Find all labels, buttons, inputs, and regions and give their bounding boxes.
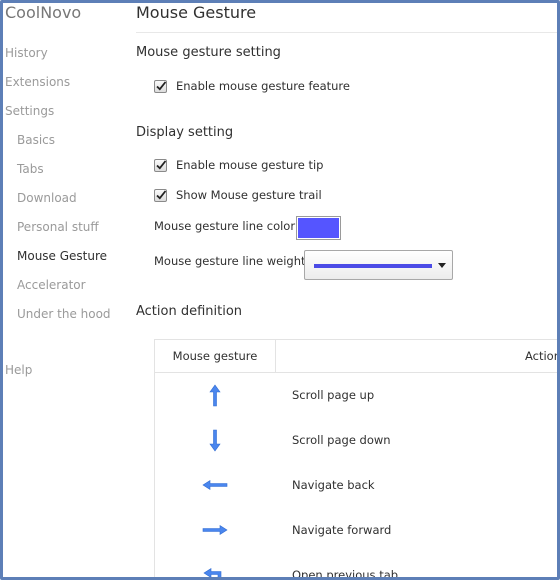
page-title: Mouse Gesture bbox=[136, 3, 257, 22]
dropdown-arrow-icon bbox=[438, 263, 446, 268]
checkmark-icon bbox=[156, 80, 167, 91]
checkmark-icon bbox=[156, 159, 167, 170]
sidebar-item-settings[interactable]: Settings bbox=[5, 104, 54, 118]
gesture-tip-label: Enable mouse gesture tip bbox=[176, 158, 324, 172]
table-row[interactable]: Scroll page down bbox=[155, 418, 557, 463]
gesture-tip-checkbox-row[interactable]: Enable mouse gesture tip bbox=[154, 157, 323, 173]
line-weight-preview bbox=[314, 264, 432, 268]
sidebar-item-basics[interactable]: Basics bbox=[17, 133, 55, 147]
section-title-mouse-gesture-setting: Mouse gesture setting bbox=[136, 45, 281, 60]
line-weight-label: Mouse gesture line weight bbox=[154, 254, 306, 268]
table-row[interactable]: Scroll page up bbox=[155, 373, 557, 418]
line-color-swatch-fill bbox=[298, 218, 339, 238]
action-label: Scroll page up bbox=[292, 388, 375, 402]
line-weight-select[interactable] bbox=[304, 250, 453, 280]
action-label: Scroll page down bbox=[292, 433, 391, 447]
table-row[interactable]: Open previous tab bbox=[155, 553, 557, 580]
table-row[interactable]: Navigate forward bbox=[155, 508, 557, 553]
line-color-label: Mouse gesture line color bbox=[154, 219, 296, 233]
arrow-left-icon bbox=[202, 479, 228, 491]
gesture-trail-label: Show Mouse gesture trail bbox=[176, 188, 322, 202]
enable-mouse-gesture-checkbox[interactable] bbox=[154, 79, 167, 93]
action-table: Mouse gesture Action Scroll page up Scro… bbox=[154, 339, 560, 580]
arrow-down-icon bbox=[209, 429, 221, 452]
gesture-tip-checkbox[interactable] bbox=[154, 158, 167, 172]
sidebar-item-extensions[interactable]: Extensions bbox=[5, 75, 70, 89]
enable-mouse-gesture-checkbox-row[interactable]: Enable mouse gesture feature bbox=[154, 78, 350, 94]
sidebar-item-history[interactable]: History bbox=[5, 46, 48, 60]
enable-mouse-gesture-label: Enable mouse gesture feature bbox=[176, 79, 350, 93]
sidebar-item-help[interactable]: Help bbox=[5, 363, 32, 377]
column-header-action: Action bbox=[524, 349, 560, 363]
arrow-right-icon bbox=[202, 524, 228, 536]
gesture-trail-checkbox[interactable] bbox=[154, 188, 167, 202]
window-frame: CoolNovo History Extensions Settings Bas… bbox=[0, 0, 560, 580]
line-color-swatch[interactable] bbox=[296, 216, 341, 240]
action-label: Navigate back bbox=[292, 478, 375, 492]
column-header-gesture: Mouse gesture bbox=[155, 340, 276, 372]
gesture-trail-checkbox-row[interactable]: Show Mouse gesture trail bbox=[154, 187, 322, 203]
arrow-up-left-icon bbox=[203, 567, 222, 577]
section-title-action-definition: Action definition bbox=[136, 304, 243, 319]
arrow-up-icon bbox=[209, 384, 221, 407]
sidebar-item-personal-stuff[interactable]: Personal stuff bbox=[17, 220, 99, 234]
sidebar-item-download[interactable]: Download bbox=[17, 191, 77, 205]
action-label: Open previous tab bbox=[292, 568, 399, 580]
action-label: Navigate forward bbox=[292, 523, 392, 537]
table-row[interactable]: Navigate back bbox=[155, 463, 557, 508]
checkmark-icon bbox=[156, 189, 167, 200]
sidebar-item-under-the-hood[interactable]: Under the hood bbox=[17, 307, 111, 321]
main-content: Mouse Gesture Mouse gesture setting Enab… bbox=[136, 3, 557, 577]
section-title-display-setting: Display setting bbox=[136, 125, 234, 140]
sidebar-item-accelerator[interactable]: Accelerator bbox=[17, 278, 86, 292]
header-divider bbox=[136, 32, 557, 33]
app-title: CoolNovo bbox=[5, 3, 82, 22]
sidebar-item-tabs[interactable]: Tabs bbox=[17, 162, 44, 176]
sidebar-item-mouse-gesture[interactable]: Mouse Gesture bbox=[17, 249, 107, 263]
sidebar: CoolNovo History Extensions Settings Bas… bbox=[3, 3, 125, 577]
